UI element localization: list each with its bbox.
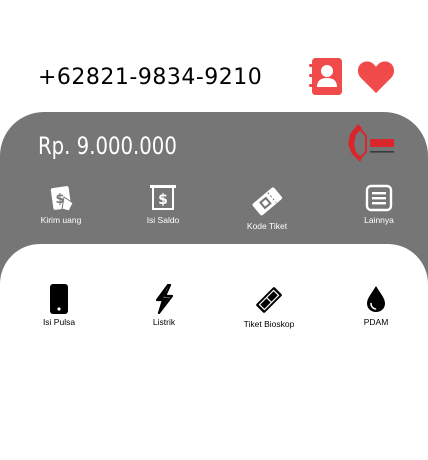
water-drop-icon — [367, 286, 385, 312]
more-button[interactable]: Lainnya — [334, 184, 424, 234]
movie-ticket-icon — [256, 287, 282, 313]
mobile-phone-icon — [50, 284, 68, 314]
more-label: Lainnya — [364, 215, 394, 225]
service-movie-ticket-label: Tiket Bioskop — [243, 319, 295, 329]
service-water[interactable]: PDAM — [326, 284, 426, 334]
services-panel: Isi Pulsa Listrik Tiket Bioskop PDAM — [0, 244, 428, 460]
top-up-icon: $ — [150, 185, 176, 210]
header: +62821-9834-9210 — [0, 55, 428, 101]
balance-amount: Rp. 9.000.000 — [38, 132, 177, 160]
contacts-icon — [309, 58, 342, 95]
send-money-label: Kirim uang — [40, 215, 82, 225]
ticket-code-icon — [252, 187, 283, 216]
service-water-label: PDAM — [363, 317, 389, 327]
service-movie-ticket[interactable]: Tiket Bioskop — [219, 284, 319, 334]
service-phone-credit-label: Isi Pulsa — [42, 317, 76, 327]
brand-logo-icon — [346, 122, 398, 164]
ticket-code-label: Kode Tiket — [246, 221, 288, 231]
service-phone-credit[interactable]: Isi Pulsa — [9, 284, 109, 334]
service-electricity[interactable]: Listrik — [114, 284, 214, 334]
contacts-button[interactable] — [304, 57, 344, 97]
top-up-label: Isi Saldo — [146, 215, 180, 225]
phone-number: +62821-9834-9210 — [38, 65, 263, 90]
lightning-icon — [155, 284, 174, 314]
send-money-icon: $ — [50, 186, 74, 212]
favorite-button[interactable] — [356, 57, 396, 97]
more-icon — [365, 184, 393, 212]
heart-icon — [357, 61, 395, 93]
send-money-button[interactable]: $ Kirim uang — [16, 184, 106, 234]
top-up-button[interactable]: $ Isi Saldo — [118, 184, 208, 234]
ticket-code-button[interactable]: Kode Tiket — [222, 184, 312, 234]
svg-text:$: $ — [158, 192, 168, 208]
service-electricity-label: Listrik — [152, 317, 176, 327]
